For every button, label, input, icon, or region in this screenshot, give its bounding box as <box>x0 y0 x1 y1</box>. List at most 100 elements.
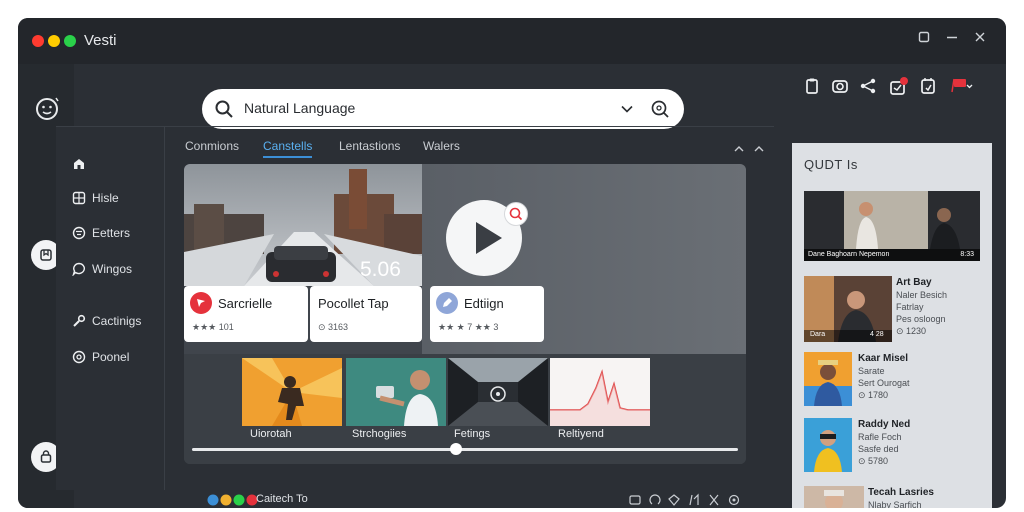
card-title: Edtiign <box>464 296 504 311</box>
edit-icon <box>436 292 458 314</box>
search-input[interactable]: Natural Language <box>244 100 355 116</box>
chevron-up-icon[interactable] <box>753 141 765 159</box>
thumbnail-label: Reltiyend <box>558 428 604 440</box>
thumbnail-tag: Dara <box>810 331 826 338</box>
minimize-traffic-light[interactable] <box>48 35 60 47</box>
grid-icon <box>72 191 86 205</box>
app-logo-icon[interactable] <box>34 94 62 127</box>
list-item[interactable]: Raddy Ned Rafle Foch Sasfe ded ⊙ 5780 <box>804 418 980 472</box>
bookmark-icon <box>40 249 52 261</box>
flag-menu-icon[interactable] <box>948 76 973 98</box>
notification-icon[interactable] <box>888 76 910 98</box>
close-traffic-light[interactable] <box>32 35 44 47</box>
featured-video[interactable]: Dane Baghoarn Nepemon 8:33 <box>804 191 980 261</box>
recommendations-panel: QUDT Is Dane Baghoarn Nepemon 8:33 Dara … <box>792 143 992 508</box>
minimize-icon[interactable] <box>942 30 962 47</box>
list-item-line: Sarate <box>858 366 885 376</box>
thumbnail[interactable] <box>448 358 548 426</box>
sidebar-item-label: Cactinigs <box>92 314 142 328</box>
list-item-views: ⊙ 1780 <box>858 390 889 400</box>
status-bar: Caitech To <box>190 492 760 508</box>
panel-title: QUDT Is <box>804 157 858 172</box>
card-meta: ⊙ 3163 <box>318 322 349 332</box>
maximize-icon[interactable] <box>914 30 934 47</box>
sidebar-item-cactinigs[interactable]: Cactinigs <box>72 314 141 328</box>
list-item[interactable]: Kaar Misel Sarate Sert Ourogat ⊙ 1780 <box>804 352 980 406</box>
video-caption: Dane Baghoarn Nepemon 8:33 <box>804 249 980 261</box>
sidebar: Hisle Eetters Wingos Cactinigs Poonel <box>56 126 164 490</box>
list-item-title: Raddy Ned <box>858 419 911 430</box>
sidebar-item-wingos[interactable]: Wingos <box>72 262 132 276</box>
close-icon[interactable] <box>970 30 990 47</box>
hero-image[interactable]: 5.06 <box>184 164 422 286</box>
thumbnail[interactable] <box>550 358 650 426</box>
media-card[interactable]: Pocollet Tap ⊙ 3163 <box>310 286 422 342</box>
media-card[interactable]: Edtiign ★★ ★ 7 ★★ 3 <box>430 286 544 342</box>
list-item-text: Raddy Ned Rafle Foch Sasfe ded ⊙ 5780 <box>858 418 910 467</box>
list-item-thumbnail: Dara 4 28 <box>804 276 892 342</box>
list-item-title: Kaar Misel <box>858 353 909 364</box>
list-item[interactable]: Tecah Lasries Nlaby Sarfich <box>804 486 980 508</box>
list-item-line: Naler Besich <box>896 290 948 300</box>
thumbnail[interactable] <box>242 358 342 426</box>
list-item-line: Pes osloogn <box>896 314 946 324</box>
sidebar-item-eetters[interactable]: Eetters <box>72 226 130 240</box>
list-item-line: Sasfe ded <box>858 444 899 454</box>
list-item-thumbnail <box>804 418 852 472</box>
thumbnail-label: Strchogiies <box>352 428 407 440</box>
thumbnail[interactable] <box>346 358 446 426</box>
chat-icon <box>72 262 85 276</box>
calendar-icon[interactable] <box>918 76 940 98</box>
share-icon[interactable] <box>858 76 880 98</box>
list-item-text: Tecah Lasries Nlaby Sarfich <box>868 486 934 508</box>
clipboard-icon[interactable] <box>802 76 824 98</box>
list-item-thumbnail <box>804 352 852 406</box>
filter-icon <box>72 226 86 240</box>
tab-walers[interactable]: Walers <box>423 139 460 153</box>
list-item-line: Fatrlay <box>896 302 924 312</box>
list-item-views: ⊙ 1230 <box>896 326 927 336</box>
app-title: Vesti <box>84 32 117 49</box>
status-actions-icon <box>629 493 740 506</box>
search-badge-icon[interactable] <box>504 202 528 226</box>
media-card[interactable]: Sarcrielle ★★★ 101 <box>184 286 308 342</box>
chevron-up-icon[interactable] <box>733 141 745 159</box>
thumbnail-label: Uiorotah <box>250 428 292 440</box>
search-icon <box>214 99 234 124</box>
camera-icon[interactable] <box>830 76 852 98</box>
lock-icon <box>40 450 52 463</box>
tab-lentastions[interactable]: Lentastions <box>339 139 400 153</box>
sidebar-item-poonel[interactable]: Poonel <box>72 350 129 364</box>
card-title: Sarcrielle <box>218 296 273 311</box>
home-icon <box>74 159 84 169</box>
search-bar[interactable]: Natural Language <box>202 89 684 129</box>
card-meta: ★★ ★ 7 ★★ 3 <box>438 322 499 332</box>
list-item-text: Art Bay Naler Besich Fatrlay Pes osloogn… <box>896 276 947 337</box>
list-item-line: Sert Ourogat <box>858 378 910 388</box>
card-title: Pocollet Tap <box>318 296 389 311</box>
title-bar: Vesti <box>18 18 1006 64</box>
chevron-down-icon[interactable] <box>620 102 634 121</box>
thumbnail-label: Fetings <box>454 428 491 440</box>
scrub-track[interactable] <box>192 448 738 451</box>
list-item-title: Art Bay <box>896 277 932 288</box>
tab-conmions[interactable]: Conmions <box>185 139 239 153</box>
status-text: Caitech To <box>256 493 308 505</box>
media-panel: 5.06 Sarcrielle ★★★ 101 Pocollet Tap ⊙ 3… <box>184 164 746 464</box>
list-item-thumbnail <box>804 486 864 508</box>
list-item-title: Tecah Lasries <box>868 487 934 498</box>
zoom-traffic-light[interactable] <box>64 35 76 47</box>
sidebar-item-home[interactable] <box>72 157 86 171</box>
tool-icon <box>73 314 86 327</box>
pin-icon <box>190 292 212 314</box>
toolbar-icons <box>782 76 973 100</box>
sidebar-item-label: Hisle <box>92 191 119 205</box>
search-submit-icon[interactable] <box>650 99 670 124</box>
tab-canstells[interactable]: Canstells <box>263 139 313 158</box>
video-duration: 8:33 <box>960 251 974 258</box>
sidebar-item-label: Wingos <box>92 262 133 276</box>
sidebar-item-hisle[interactable]: Hisle <box>72 191 119 205</box>
scrub-handle[interactable] <box>450 443 462 455</box>
list-item-line: Nlaby Sarfich <box>868 500 922 508</box>
list-item[interactable]: Dara 4 28 Art Bay Naler Besich Fatrlay P… <box>804 276 980 342</box>
